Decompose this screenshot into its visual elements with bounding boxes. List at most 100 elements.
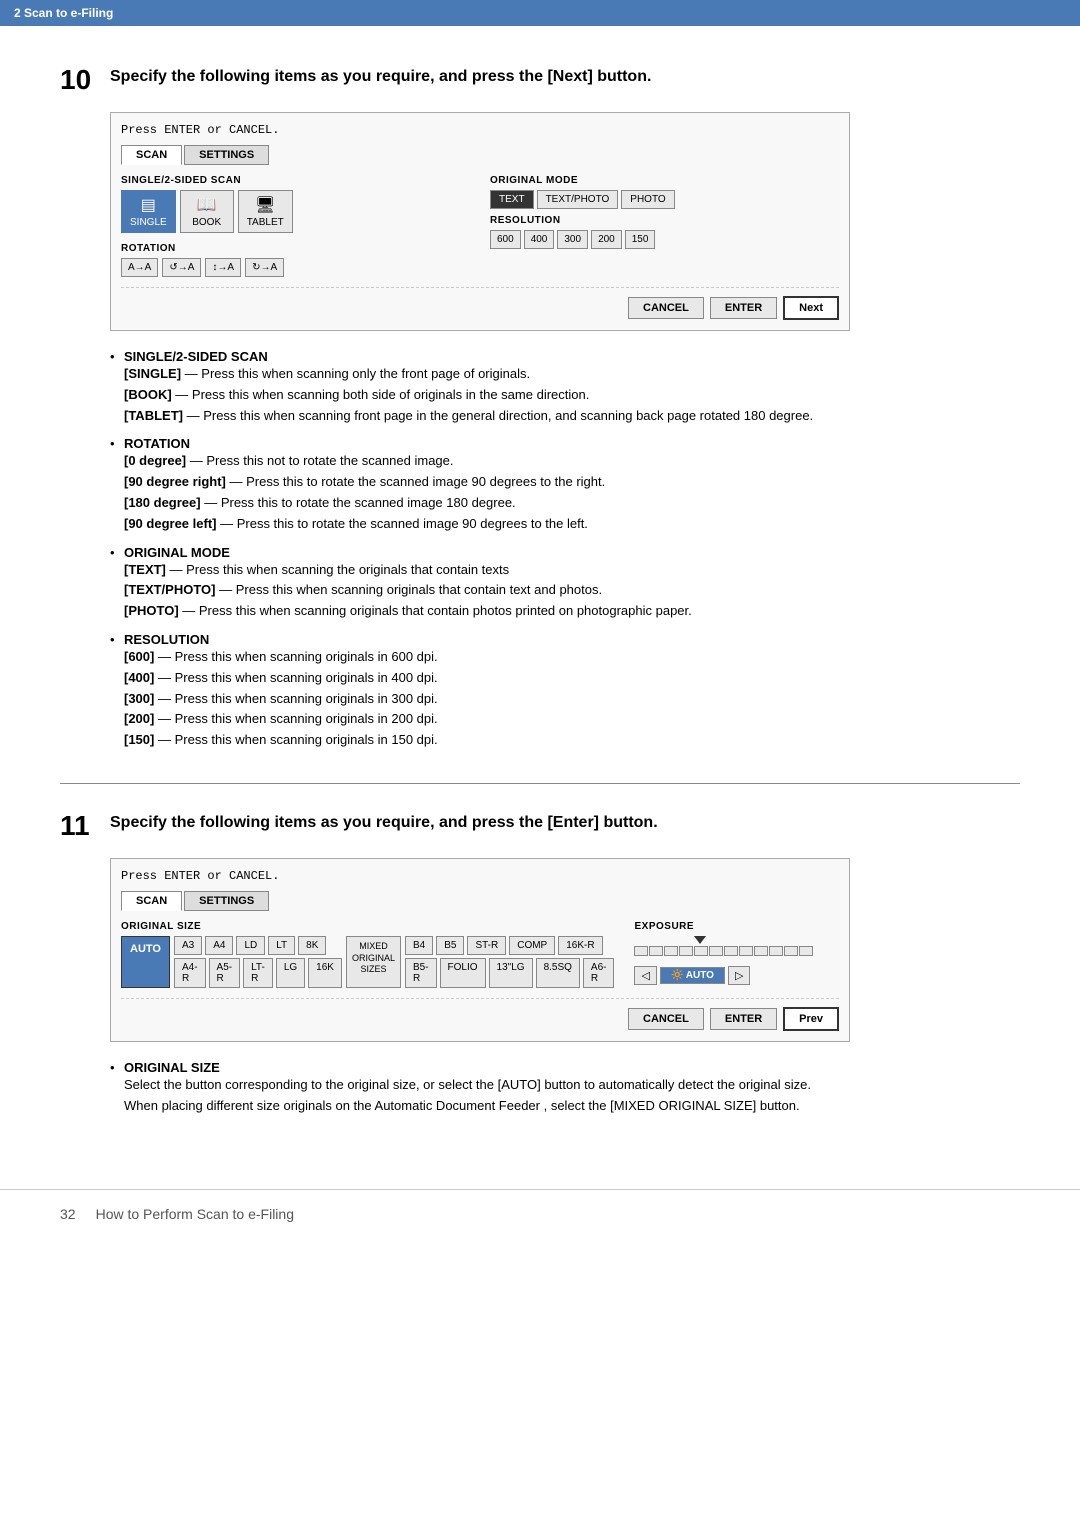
exp-seg-3: [664, 946, 678, 956]
resolution-label: RESOLUTION: [490, 215, 839, 226]
book-label: BOOK: [192, 217, 221, 228]
tab-settings-10[interactable]: SETTINGS: [184, 145, 269, 165]
scan-btn-tablet[interactable]: 🖥 TABLET: [238, 190, 293, 233]
panel-footer-10: CANCEL ENTER Next: [121, 287, 839, 320]
size-folio[interactable]: FOLIO: [440, 958, 486, 988]
header-label: 2 Scan to e-Filing: [14, 6, 113, 20]
exp-controls: ◁ 🔆 AUTO ▷: [634, 966, 839, 985]
size-lg[interactable]: LG: [276, 958, 305, 988]
orig-size-rows-2: B4 B5 ST-R COMP 16K-R B5-R FOLIO 13"LG 8…: [405, 936, 615, 988]
size-ltr[interactable]: LT-R: [243, 958, 273, 988]
header-bar: 2 Scan to e-Filing: [0, 0, 1080, 26]
exp-increase-button[interactable]: ▷: [728, 966, 750, 985]
orig-size-rows: A3 A4 LD LT 8K A4-R A5-R LT-R LG: [174, 936, 342, 988]
size-a4r[interactable]: A4-R: [174, 958, 206, 988]
bullet-body-orig-mode: [TEXT] — Press this when scanning the or…: [124, 560, 1020, 622]
exp-auto-button[interactable]: 🔆 AUTO: [660, 967, 725, 984]
tab-scan-10[interactable]: SCAN: [121, 145, 182, 165]
size-13lg[interactable]: 13"LG: [489, 958, 533, 988]
resolution-buttons-10: 600 400 300 200 150: [490, 230, 839, 249]
single-sided-label: SINGLE/2-SIDED SCAN: [121, 175, 470, 186]
bullet-title-orig-mode: ORIGINAL MODE: [124, 545, 1020, 560]
size-16kr[interactable]: 16K-R: [558, 936, 602, 955]
next-button-10[interactable]: Next: [783, 296, 839, 320]
mixed-original-button[interactable]: MIXEDORIGINALSIZES: [346, 936, 401, 988]
auto-button-11[interactable]: AUTO: [121, 936, 170, 988]
press-enter-text-11: Press ENTER or CANCEL.: [121, 869, 839, 883]
bullet-body-orig-size: Select the button corresponding to the o…: [124, 1075, 1020, 1117]
rot-btn-90l[interactable]: ↻→A: [245, 258, 284, 277]
size-8k[interactable]: 8K: [298, 936, 326, 955]
rotation-label: ROTATION: [121, 243, 470, 254]
step-11-section: 11 Specify the following items as you re…: [60, 812, 1020, 1117]
page-footer: 32 How to Perform Scan to e-Filing: [0, 1189, 1080, 1238]
res-btn-200[interactable]: 200: [591, 230, 622, 249]
rot-btn-180[interactable]: ↕→A: [205, 258, 241, 277]
res-btn-300[interactable]: 300: [557, 230, 588, 249]
size-a4[interactable]: A4: [205, 936, 233, 955]
size-lt[interactable]: LT: [268, 936, 295, 955]
prev-button-11[interactable]: Prev: [783, 1007, 839, 1031]
size-b5[interactable]: B5: [436, 936, 464, 955]
bullet-title-single: SINGLE/2-SIDED SCAN: [124, 349, 1020, 364]
mode-btn-photo[interactable]: PHOTO: [621, 190, 674, 209]
single-icon: ▤: [141, 195, 156, 215]
mode-btn-textphoto[interactable]: TEXT/PHOTO: [537, 190, 619, 209]
exp-seg-9: [754, 946, 768, 956]
size-b4[interactable]: B4: [405, 936, 433, 955]
size-16k[interactable]: 16K: [308, 958, 342, 988]
orig-mode-label: ORIGINAL MODE: [490, 175, 839, 186]
enter-button-11[interactable]: ENTER: [710, 1008, 777, 1030]
tab-bar-10: SCAN SETTINGS: [121, 145, 839, 165]
size-a3[interactable]: A3: [174, 936, 202, 955]
size-a6r[interactable]: A6-R: [583, 958, 615, 988]
bullet-rotation: ROTATION [0 degree] — Press this not to …: [110, 436, 1020, 534]
res-btn-600[interactable]: 600: [490, 230, 521, 249]
cancel-button-11[interactable]: CANCEL: [628, 1008, 704, 1030]
mode-btn-text[interactable]: TEXT: [490, 190, 534, 209]
bullet-title-resolution: RESOLUTION: [124, 632, 1020, 647]
orig-size-label: ORIGINAL SIZE: [121, 921, 614, 932]
size-str[interactable]: ST-R: [467, 936, 506, 955]
rot-btn-0[interactable]: A→A: [121, 258, 158, 277]
res-btn-400[interactable]: 400: [524, 230, 555, 249]
bullet-list-10: SINGLE/2-SIDED SCAN [SINGLE] — Press thi…: [110, 349, 1020, 751]
bullet-orig-mode: ORIGINAL MODE [TEXT] — Press this when s…: [110, 545, 1020, 622]
scan-btn-single[interactable]: ▤ SINGLE: [121, 190, 176, 233]
size-a5r[interactable]: A5-R: [209, 958, 241, 988]
cancel-button-10[interactable]: CANCEL: [628, 297, 704, 319]
size-row-4: B5-R FOLIO 13"LG 8.5SQ A6-R: [405, 958, 615, 988]
tab-scan-11[interactable]: SCAN: [121, 891, 182, 911]
bullet-resolution: RESOLUTION [600] — Press this when scann…: [110, 632, 1020, 751]
exp-seg-11: [784, 946, 798, 956]
left-panel-10: SINGLE/2-SIDED SCAN ▤ SINGLE 📖 BOOK: [121, 175, 470, 277]
rot-btn-90r[interactable]: ↺→A: [162, 258, 201, 277]
size-ld[interactable]: LD: [236, 936, 265, 955]
size-row-3: B4 B5 ST-R COMP 16K-R: [405, 936, 615, 955]
page-title-footer: How to Perform Scan to e-Filing: [96, 1206, 294, 1222]
exp-decrease-button[interactable]: ◁: [634, 966, 656, 985]
exp-seg-6: [709, 946, 723, 956]
exposure-bar: [634, 946, 813, 956]
exp-seg-2: [649, 946, 663, 956]
ui-panel-11: Press ENTER or CANCEL. SCAN SETTINGS ORI…: [110, 858, 850, 1042]
right-panel-10: ORIGINAL MODE TEXT TEXT/PHOTO PHOTO RESO…: [490, 175, 839, 277]
panel-body-10: SINGLE/2-SIDED SCAN ▤ SINGLE 📖 BOOK: [121, 175, 839, 277]
scan-btn-book[interactable]: 📖 BOOK: [180, 190, 234, 233]
step-10-title: Specify the following items as you requi…: [110, 66, 651, 88]
tablet-icon: 🖥: [255, 195, 275, 215]
exp-seg-8: [739, 946, 753, 956]
size-b5r[interactable]: B5-R: [405, 958, 437, 988]
bullet-orig-size: ORIGINAL SIZE Select the button correspo…: [110, 1060, 1020, 1117]
res-btn-150[interactable]: 150: [625, 230, 656, 249]
exp-seg-7: [724, 946, 738, 956]
tab-settings-11[interactable]: SETTINGS: [184, 891, 269, 911]
size-comp[interactable]: COMP: [509, 936, 555, 955]
step-10-section: 10 Specify the following items as you re…: [60, 66, 1020, 751]
tablet-label: TABLET: [247, 217, 284, 228]
step-11-number: 11: [60, 812, 96, 840]
size-row-1: A3 A4 LD LT 8K: [174, 936, 342, 955]
size-85sq[interactable]: 8.5SQ: [536, 958, 580, 988]
enter-button-10[interactable]: ENTER: [710, 297, 777, 319]
mode-buttons-10: TEXT TEXT/PHOTO PHOTO: [490, 190, 839, 209]
